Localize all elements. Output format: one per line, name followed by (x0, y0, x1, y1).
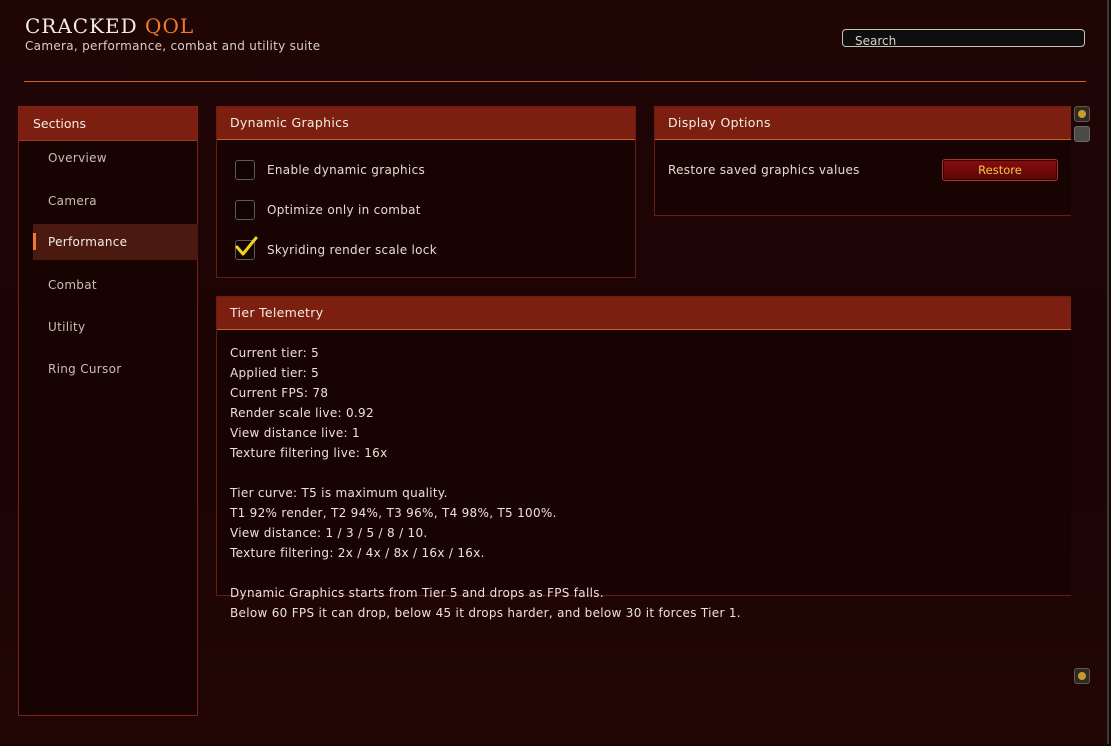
display-options-heading: Display Options (655, 107, 1071, 140)
scroll-down-icon (1078, 672, 1086, 680)
telemetry-line: Texture filtering: 2x / 4x / 8x / 16x / … (230, 546, 485, 560)
telemetry-line: Applied tier: 5 (230, 366, 320, 380)
telemetry-line: T1 92% render, T2 94%, T3 96%, T4 98%, T… (230, 506, 557, 520)
skyriding-render-lock-option[interactable]: Skyriding render scale lock (235, 236, 437, 260)
app-title-main: CRACKED (25, 14, 138, 38)
addon-window: CRACKED QOL Camera, performance, combat … (0, 0, 1109, 744)
search-input[interactable] (843, 33, 1084, 49)
telemetry-spacer (230, 465, 741, 485)
telemetry-line: Below 60 FPS it can drop, below 45 it dr… (230, 606, 741, 620)
skyriding-render-lock-label: Skyriding render scale lock (267, 243, 437, 257)
sidebar-item-camera[interactable]: Camera (33, 183, 198, 219)
telemetry-line: Current FPS: 78 (230, 386, 329, 400)
enable-dynamic-graphics-checkbox[interactable] (235, 160, 255, 180)
sidebar-item-overview[interactable]: Overview (33, 140, 198, 176)
sidebar-item-performance[interactable]: Performance (33, 224, 198, 260)
scrollbar-thumb[interactable] (1074, 126, 1090, 142)
telemetry-text: Current tier: 5 Applied tier: 5 Current … (230, 345, 741, 625)
telemetry-line: Current tier: 5 (230, 346, 320, 360)
scroll-down-button[interactable] (1074, 668, 1090, 684)
checkmark-icon (235, 236, 258, 256)
skyriding-render-lock-checkbox[interactable] (235, 236, 258, 260)
telemetry-line: View distance live: 1 (230, 426, 360, 440)
telemetry-line: Dynamic Graphics starts from Tier 5 and … (230, 586, 604, 600)
telemetry-line: View distance: 1 / 3 / 5 / 8 / 10. (230, 526, 428, 540)
app-subtitle: Camera, performance, combat and utility … (25, 39, 321, 53)
tier-telemetry-heading: Tier Telemetry (217, 297, 1071, 330)
restore-graphics-label: Restore saved graphics values (668, 163, 860, 177)
display-options-panel: Display Options Restore saved graphics v… (654, 106, 1071, 216)
header-divider (24, 81, 1086, 82)
enable-dynamic-graphics-label: Enable dynamic graphics (267, 163, 426, 177)
telemetry-line: Tier curve: T5 is maximum quality. (230, 486, 448, 500)
scroll-up-icon (1078, 110, 1086, 118)
sidebar-item-ring-cursor[interactable]: Ring Cursor (33, 351, 198, 387)
dynamic-graphics-panel: Dynamic Graphics Enable dynamic graphics… (216, 106, 636, 278)
optimize-in-combat-checkbox[interactable] (235, 200, 255, 220)
app-title-accent: QOL (145, 14, 195, 38)
sidebar-item-combat[interactable]: Combat (33, 267, 198, 303)
search-box[interactable] (842, 29, 1085, 49)
tier-telemetry-panel: Tier Telemetry Current tier: 5 Applied t… (216, 296, 1071, 620)
telemetry-line: Render scale live: 0.92 (230, 406, 374, 420)
scroll-up-button[interactable] (1074, 106, 1090, 122)
sidebar-item-utility[interactable]: Utility (33, 309, 198, 345)
optimize-in-combat-label: Optimize only in combat (267, 203, 421, 217)
telemetry-spacer (230, 565, 741, 585)
app-title: CRACKED QOL (25, 14, 194, 38)
restore-button[interactable]: Restore (942, 159, 1058, 181)
telemetry-line: Texture filtering live: 16x (230, 446, 388, 460)
optimize-in-combat-option[interactable]: Optimize only in combat (235, 200, 421, 220)
sidebar-heading: Sections (19, 107, 197, 141)
dynamic-graphics-heading: Dynamic Graphics (217, 107, 635, 140)
sections-sidebar: Sections Overview Camera Performance Com… (18, 106, 198, 716)
enable-dynamic-graphics-option[interactable]: Enable dynamic graphics (235, 160, 425, 180)
